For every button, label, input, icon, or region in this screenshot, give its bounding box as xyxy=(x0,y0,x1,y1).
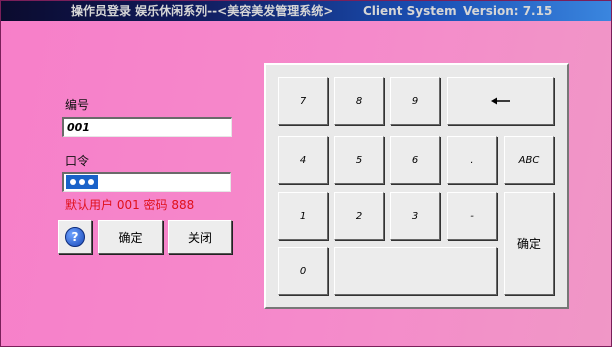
help-button[interactable]: ? xyxy=(58,220,92,254)
keypad-key-9[interactable]: 9 xyxy=(390,77,440,125)
keypad-key-5[interactable]: 5 xyxy=(334,136,384,184)
operator-id-label: 编号 xyxy=(65,98,90,112)
password-label: 口令 xyxy=(65,154,90,168)
arrow-left-icon xyxy=(490,97,510,105)
login-window: 操作员登录 娱乐休闲系列--<美容美发管理系统> Client System V… xyxy=(0,0,612,347)
keypad-enter-key[interactable]: 确定 xyxy=(504,192,554,295)
password-mask-dot xyxy=(69,179,76,185)
keypad-key-4[interactable]: 4 xyxy=(278,136,328,184)
keypad-key-minus[interactable]: - xyxy=(447,192,497,240)
keypad-key-3[interactable]: 3 xyxy=(390,192,440,240)
keypad-key-8[interactable]: 8 xyxy=(334,77,384,125)
default-credentials-hint: 默认用户 001 密码 888 xyxy=(65,198,195,212)
keypad-key-2[interactable]: 2 xyxy=(334,192,384,240)
ok-button[interactable]: 确定 xyxy=(98,220,163,254)
keypad-key-7[interactable]: 7 xyxy=(278,77,328,125)
keypad-space-key[interactable] xyxy=(334,247,497,295)
window-title: 操作员登录 娱乐休闲系列--<美容美发管理系统> xyxy=(71,4,334,18)
close-button[interactable]: 关闭 xyxy=(168,220,232,254)
keypad-backspace-key[interactable] xyxy=(447,77,554,125)
password-input[interactable] xyxy=(62,172,231,192)
keypad-key-1[interactable]: 1 xyxy=(278,192,328,240)
window-title-version: Version: 7.15 xyxy=(463,4,553,18)
password-mask-dot xyxy=(78,179,85,185)
keypad-key-0[interactable]: 0 xyxy=(278,247,328,295)
password-selection xyxy=(66,175,98,189)
help-icon: ? xyxy=(65,227,85,247)
password-mask-dot xyxy=(88,179,95,185)
keypad-key-abc[interactable]: ABC xyxy=(504,136,554,184)
title-bar[interactable]: 操作员登录 娱乐休闲系列--<美容美发管理系统> Client System V… xyxy=(1,1,611,21)
keypad-key-6[interactable]: 6 xyxy=(390,136,440,184)
window-title-client: Client System xyxy=(363,4,457,18)
keypad-panel: 7 8 9 4 5 6 . ABC 1 2 3 - 确定 0 xyxy=(264,63,569,309)
operator-id-input[interactable] xyxy=(62,117,232,137)
keypad-key-dot[interactable]: . xyxy=(447,136,497,184)
